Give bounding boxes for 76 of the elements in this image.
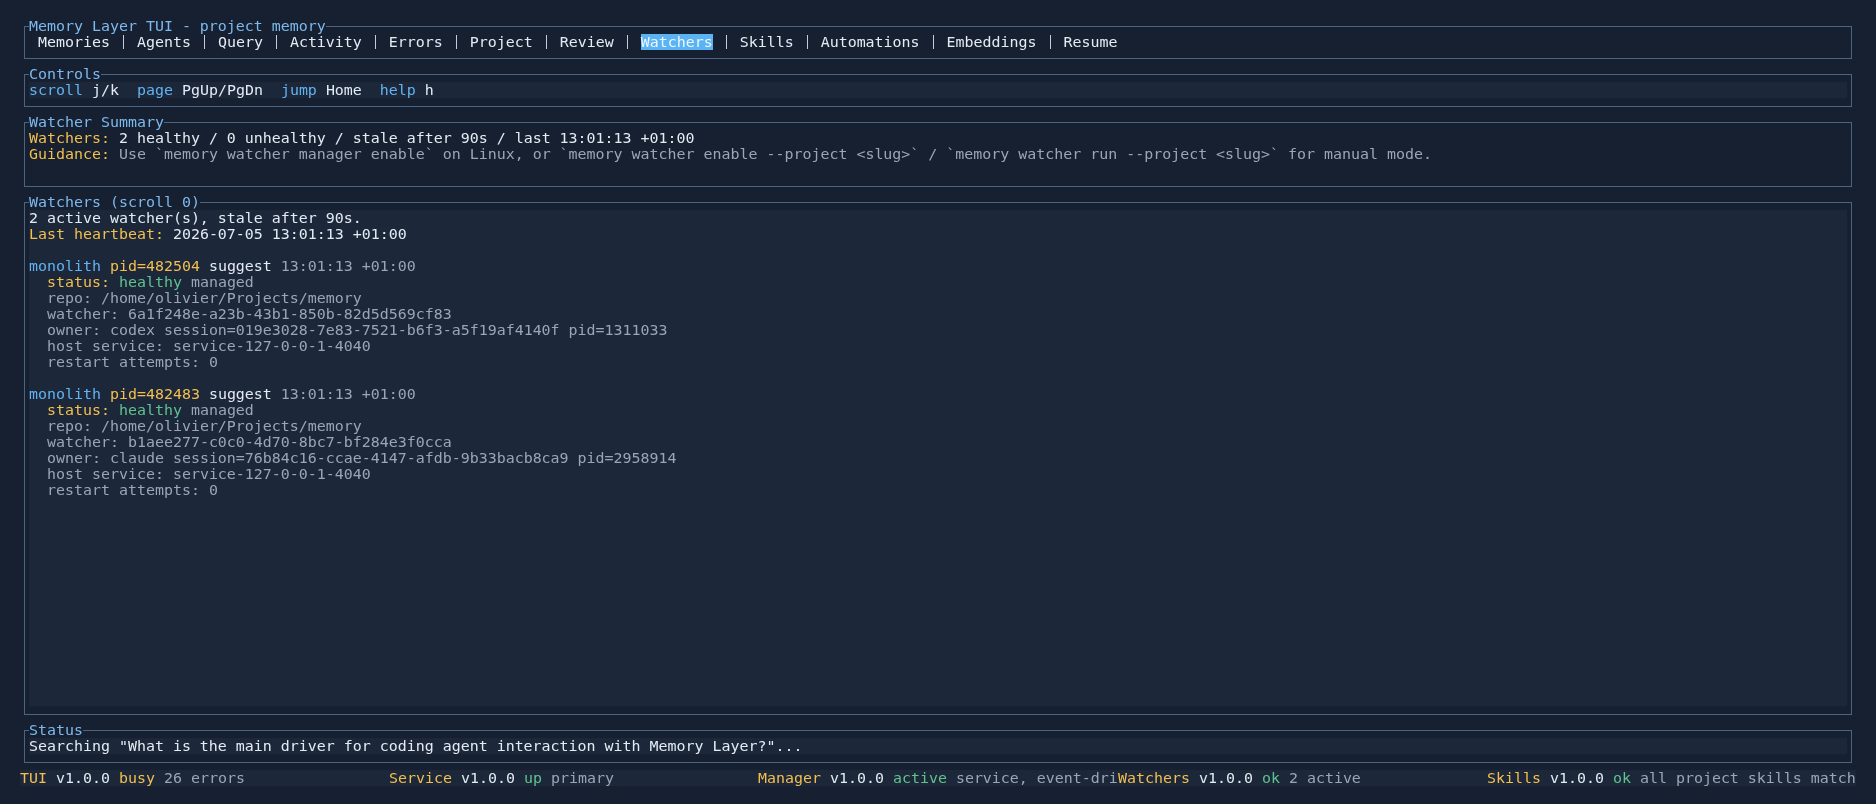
- component-name: Skills: [1487, 769, 1541, 787]
- component-detail: 26 errors: [163, 769, 245, 787]
- watcher-detail: repo: /home/olivier/Projects/memory: [47, 289, 362, 307]
- component-detail: all project skills match: [1639, 769, 1856, 787]
- watcher-detail: repo: /home/olivier/Projects/memory: [47, 417, 362, 435]
- nav-tab[interactable]: Activity: [289, 34, 362, 50]
- component-name: Manager: [758, 769, 821, 787]
- nav-tab[interactable]: Errors: [388, 34, 443, 50]
- watcher-project: monolith: [29, 385, 101, 403]
- nav-tab[interactable]: Agents: [136, 34, 191, 50]
- component-detail: service, event-dri: [955, 769, 1118, 787]
- watcher-time: 13:01:13 +01:00: [280, 257, 416, 275]
- control-key: j/k: [91, 81, 119, 99]
- nav-tab[interactable]: Review: [559, 34, 614, 50]
- panel-title: Watchers (scroll 0): [29, 194, 200, 210]
- component-detail: primary: [550, 769, 614, 787]
- nav-tab[interactable]: Automations: [820, 34, 920, 50]
- component-name: Service: [389, 769, 452, 787]
- component-state: active: [892, 769, 947, 787]
- component-detail: 2 active: [1288, 769, 1361, 787]
- status-message: Searching "What is the main driver for coding agent interaction with Memory Layer?"...: [29, 737, 803, 755]
- component-version: v1.0.0: [1549, 769, 1604, 787]
- component-version: v1.0.0: [460, 769, 515, 787]
- component-state: up: [523, 769, 542, 787]
- watcher-project: monolith: [29, 257, 101, 275]
- panel-title: Status: [29, 722, 83, 738]
- component-name: Watchers: [1118, 769, 1190, 787]
- management-mode: managed: [190, 273, 254, 291]
- summary-value: 2 healthy / 0 unhealthy / stale after 90s / last 13:01:13 +01:00: [118, 129, 695, 147]
- watcher-detail: host service: service-127-0-0-1-4040: [47, 337, 371, 355]
- watcher-mode: suggest: [208, 257, 272, 275]
- watcher-pid: pid=482504: [109, 257, 200, 275]
- nav-tab[interactable]: Embeddings: [946, 34, 1037, 50]
- control-key: h: [424, 81, 434, 99]
- control-action: scroll: [29, 81, 83, 99]
- control-key: PgUp/PgDn: [181, 81, 263, 99]
- management-mode: managed: [190, 401, 254, 419]
- watcher-detail: watcher: 6a1f248e-a23b-43b1-850b-82d5d569cf83: [47, 305, 452, 323]
- control-action: help: [379, 81, 416, 99]
- nav-tab[interactable]: Skills: [739, 34, 794, 50]
- nav-tab[interactable]: Project: [469, 34, 533, 50]
- status-value: healthy: [118, 401, 182, 419]
- app-title: Memory Layer TUI - project memory: [29, 18, 326, 34]
- control-key: Home: [325, 81, 362, 99]
- heartbeat-value: 2026-07-05 13:01:13 +01:00: [172, 225, 407, 243]
- heartbeat-label: Last heartbeat:: [29, 225, 164, 243]
- status-label: status:: [47, 401, 110, 419]
- guidance-text: Use `memory watcher manager enable` on Linux, or `memory watcher enable --project <slug>` / `memory watcher run --project <slug>` for manual mode.: [118, 145, 1432, 163]
- watcher-detail: watcher: b1aee277-c0c0-4d70-8bc7-bf284e3f0cca: [47, 433, 452, 451]
- panel-title: Watcher Summary: [29, 114, 164, 130]
- component-state: ok: [1261, 769, 1280, 787]
- watcher-detail: owner: codex session=019e3028-7e83-7521-b6f3-a5f19af4140f pid=1311033: [47, 321, 668, 339]
- component-version: v1.0.0: [56, 769, 110, 787]
- watcher-detail: owner: claude session=76b84c16-ccae-4147-afdb-9b33bacb8ca9 pid=2958914: [47, 449, 677, 467]
- panel-title: Controls: [29, 66, 101, 82]
- status-label: status:: [47, 273, 110, 291]
- status-value: healthy: [118, 273, 182, 291]
- summary-label: Watchers:: [29, 129, 110, 147]
- summary-label: Guidance:: [29, 145, 110, 163]
- watchers-summary-text: 2 active watcher(s), stale after 90s.: [29, 209, 362, 227]
- watcher-detail: restart attempts: 0: [47, 481, 218, 499]
- nav-tab[interactable]: Resume: [1063, 34, 1118, 50]
- watcher-mode: suggest: [208, 385, 272, 403]
- component-name: TUI: [20, 769, 47, 787]
- watcher-detail: restart attempts: 0: [47, 353, 218, 371]
- component-version: v1.0.0: [829, 769, 884, 787]
- nav-tab[interactable]: Memories: [38, 34, 110, 50]
- watcher-pid: pid=482483: [109, 385, 200, 403]
- watcher-time: 13:01:13 +01:00: [280, 385, 416, 403]
- component-version: v1.0.0: [1198, 769, 1253, 787]
- control-action: page: [136, 81, 173, 99]
- component-state: ok: [1612, 769, 1631, 787]
- control-action: jump: [280, 81, 317, 99]
- nav-tab[interactable]: Query: [217, 34, 263, 50]
- watcher-detail: host service: service-127-0-0-1-4040: [47, 465, 371, 483]
- component-state: busy: [118, 769, 155, 787]
